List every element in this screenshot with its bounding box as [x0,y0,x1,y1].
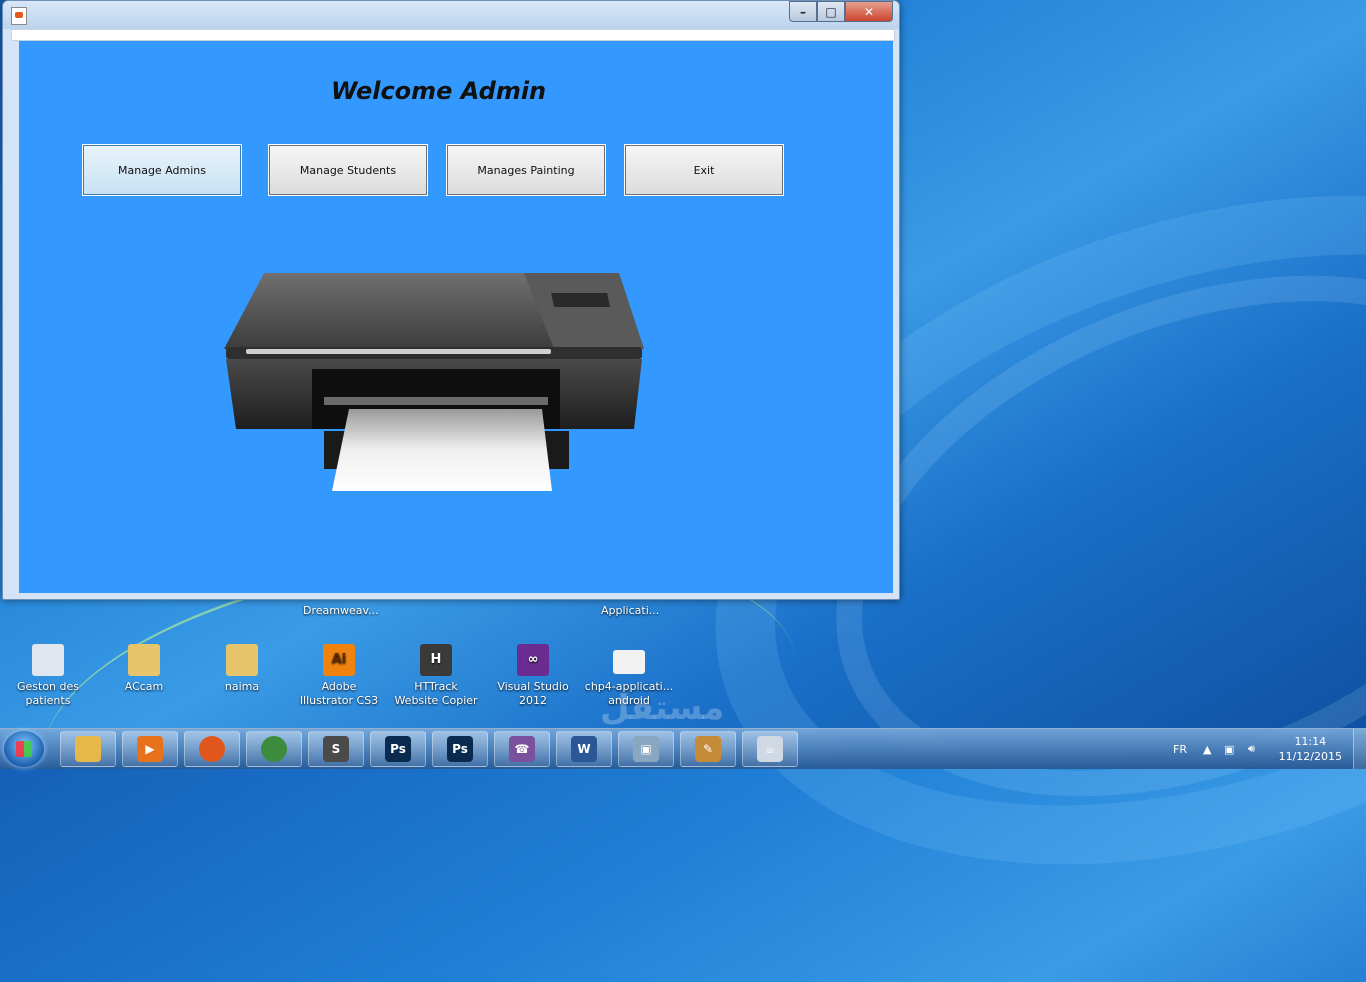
firefox-icon [199,736,225,762]
explorer-icon [75,736,101,762]
paint-icon: ✎ [695,736,721,762]
desktop-label: Dreamweav... [303,604,379,617]
show-desktop-button[interactable] [1353,729,1366,769]
desktop-icon-label: Geston des patients [16,680,79,707]
desktop-icon-label: Visual Studio 2012 [497,680,569,707]
desktop-icon-label: ACcam [124,680,164,693]
volume-icon[interactable]: 🔊︎ [1248,729,1255,769]
desktop-icon-accam[interactable]: ACcam [99,644,189,694]
viber-icon: ☎ [509,736,535,762]
shortcut-icon [32,644,64,676]
printer-image [224,273,644,491]
taskbar-firefox-button[interactable] [184,731,240,767]
clock-date: 11/12/2015 [1278,750,1342,763]
close-button[interactable]: ✕ [845,1,893,22]
illustrator-icon: Ai [323,644,355,676]
manage-admins-button[interactable]: Manage Admins [82,144,242,196]
taskbar-explorer-button[interactable] [60,731,116,767]
maximize-button[interactable]: □ [817,1,845,22]
taskbar-sublime-button[interactable]: S [308,731,364,767]
system-clock[interactable]: 11:14 11/12/2015 [1279,734,1342,764]
document-icon [613,650,645,674]
minimize-button[interactable]: – [789,1,817,22]
language-indicator[interactable]: FR [1173,729,1187,769]
photoshop-1-icon: Ps [385,736,411,762]
network-icon[interactable]: ▣ [1224,729,1234,769]
sublime-icon: S [323,736,349,762]
taskbar-java-button[interactable]: ☕ [742,731,798,767]
manages-painting-button[interactable]: Manages Painting [446,144,606,196]
java-icon: ☕ [757,736,783,762]
word-icon: W [571,736,597,762]
watermark-logo: مستقل [600,688,725,728]
start-button[interactable] [4,731,44,767]
media-player-icon: ▶ [137,736,163,762]
virtualbox-icon: ▣ [633,736,659,762]
page-title: Welcome Admin [331,77,547,105]
app-window: – □ ✕ Welcome Admin Manage Admins Manage… [2,0,900,600]
desktop-label: Applicati... [601,604,660,617]
exit-button[interactable]: Exit [624,144,784,196]
taskbar-media-player-button[interactable]: ▶ [122,731,178,767]
desktop-icon-geston-des-patients[interactable]: Geston des patients [3,644,93,708]
taskbar-virtualbox-button[interactable]: ▣ [618,731,674,767]
folder-icon [226,644,258,676]
visual-studio-icon: ∞ [517,644,549,676]
photoshop-2-icon: Ps [447,736,473,762]
desktop-icon-label: Adobe Illustrator CS3 [299,680,379,707]
java-app-icon[interactable] [11,7,27,25]
folder-icon [128,644,160,676]
chrome-icon [261,736,287,762]
taskbar: ▶ S Ps Ps ☎ W ▣ ✎ ☕ FR ▲ ▣ 🔊︎ 11:14 11/12/2015 [0,728,1366,769]
desktop-icon-naima[interactable]: naima [197,644,287,694]
taskbar-paint-button[interactable]: ✎ [680,731,736,767]
window-controls: – □ ✕ [789,1,893,22]
taskbar-photoshop-2-button[interactable]: Ps [432,731,488,767]
desktop-icon-label: naima [224,680,260,693]
menu-strip [11,29,895,41]
httrack-icon: H [420,644,452,676]
admin-panel: Welcome Admin Manage Admins Manage Stude… [19,41,893,593]
taskbar-photoshop-1-button[interactable]: Ps [370,731,426,767]
desktop-icon-adobe-illustrator[interactable]: Ai Adobe Illustrator CS3 [294,644,384,708]
title-bar[interactable]: – □ ✕ [3,1,899,29]
taskbar-viber-button[interactable]: ☎ [494,731,550,767]
taskbar-word-button[interactable]: W [556,731,612,767]
desktop-icon-httrack[interactable]: H HTTrack Website Copier [391,644,481,708]
taskbar-chrome-button[interactable] [246,731,302,767]
clock-time: 11:14 [1294,735,1327,748]
desktop-icon-label: HTTrack Website Copier [394,680,478,707]
manage-students-button[interactable]: Manage Students [268,144,428,196]
desktop-icon-visual-studio[interactable]: ∞ Visual Studio 2012 [488,644,578,708]
show-hidden-icons[interactable]: ▲ [1203,729,1211,769]
